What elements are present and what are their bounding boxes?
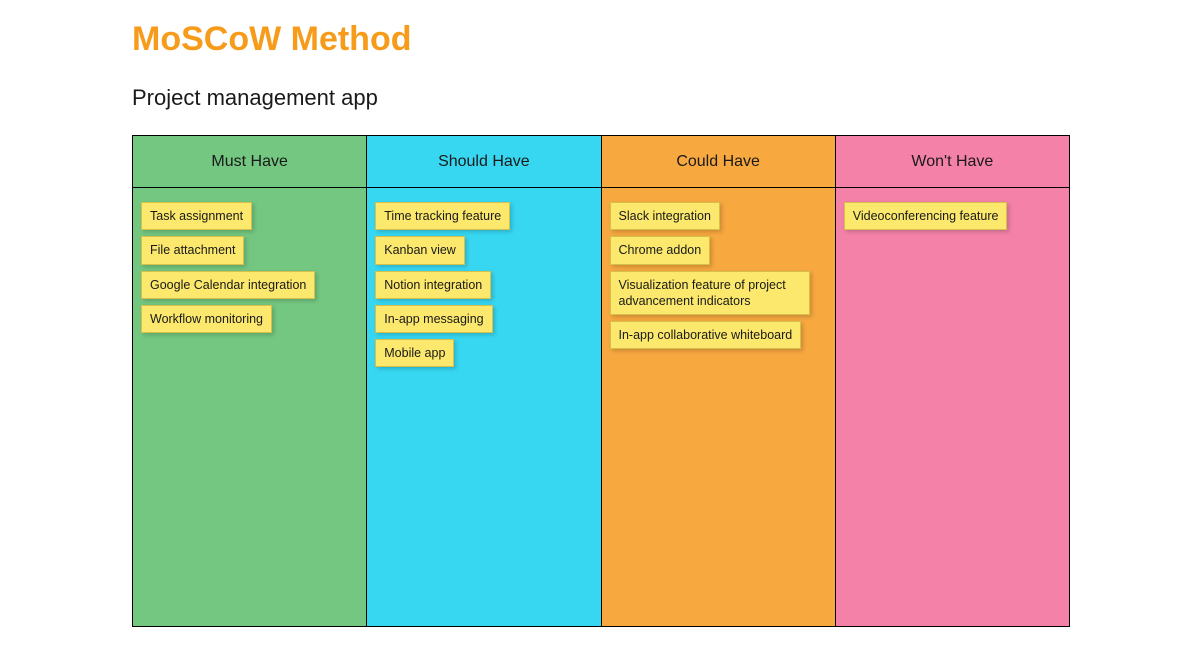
column-header: Should Have: [367, 136, 600, 188]
column-header: Could Have: [602, 136, 835, 188]
column-should-have: Should Have Time tracking feature Kanban…: [367, 136, 601, 626]
column-body: Task assignment File attachment Google C…: [133, 188, 366, 626]
column-body: Slack integration Chrome addon Visualiza…: [602, 188, 835, 626]
card-item[interactable]: Slack integration: [610, 202, 720, 230]
moscow-grid: Must Have Task assignment File attachmen…: [132, 135, 1070, 627]
card-item[interactable]: Visualization feature of project advance…: [610, 271, 810, 316]
card-item[interactable]: Time tracking feature: [375, 202, 510, 230]
column-body: Time tracking feature Kanban view Notion…: [367, 188, 600, 626]
card-item[interactable]: Notion integration: [375, 271, 491, 299]
column-body: Videoconferencing feature: [836, 188, 1069, 626]
page-subtitle: Project management app: [132, 85, 1200, 111]
column-could-have: Could Have Slack integration Chrome addo…: [602, 136, 836, 626]
card-item[interactable]: File attachment: [141, 236, 244, 264]
card-item[interactable]: In-app messaging: [375, 305, 492, 333]
column-must-have: Must Have Task assignment File attachmen…: [133, 136, 367, 626]
card-item[interactable]: Videoconferencing feature: [844, 202, 1008, 230]
card-item[interactable]: Workflow monitoring: [141, 305, 272, 333]
card-item[interactable]: Google Calendar integration: [141, 271, 315, 299]
column-header: Must Have: [133, 136, 366, 188]
page-title: MoSCoW Method: [132, 20, 1200, 59]
card-item[interactable]: In-app collaborative whiteboard: [610, 321, 802, 349]
card-item[interactable]: Chrome addon: [610, 236, 711, 264]
page-container: MoSCoW Method Project management app Mus…: [0, 20, 1200, 627]
card-item[interactable]: Mobile app: [375, 339, 454, 367]
card-item[interactable]: Task assignment: [141, 202, 252, 230]
column-wont-have: Won't Have Videoconferencing feature: [836, 136, 1069, 626]
column-header: Won't Have: [836, 136, 1069, 188]
card-item[interactable]: Kanban view: [375, 236, 465, 264]
